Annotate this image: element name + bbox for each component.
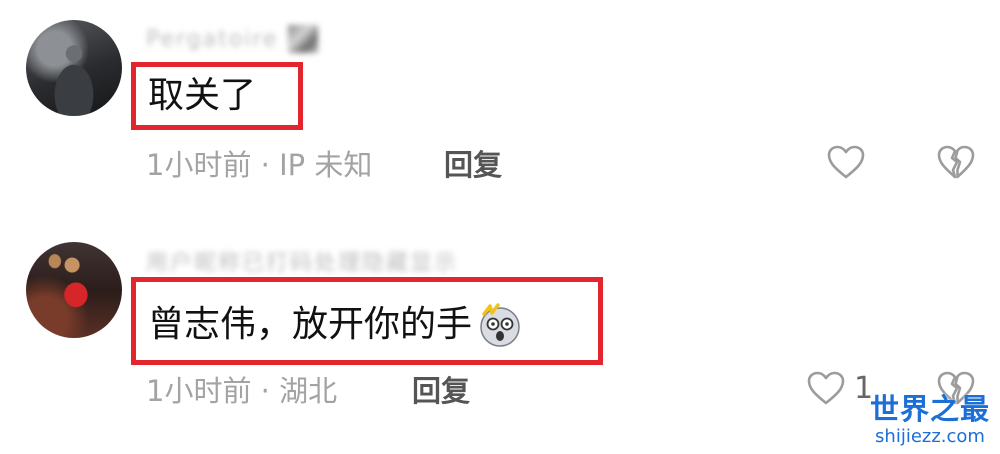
username-blurred[interactable]: Pergatoire bbox=[146, 25, 319, 53]
shocked-face-icon bbox=[476, 302, 522, 348]
comment-text-content: 曾志伟，放开你的手 bbox=[148, 304, 473, 345]
comment-meta: 1小时前 · IP 未知 bbox=[146, 148, 373, 182]
comment-meta: 1小时前 · 湖北 bbox=[146, 374, 338, 408]
like-button[interactable] bbox=[826, 144, 866, 180]
heart-icon bbox=[807, 371, 845, 405]
reply-button[interactable]: 回复 bbox=[412, 368, 470, 410]
comment-text: 取关了 bbox=[148, 76, 256, 116]
username-blurred[interactable]: 用户昵称已打码处理隐藏显示 bbox=[146, 248, 459, 276]
like-button[interactable]: 1 bbox=[806, 370, 873, 406]
username-text: 用户昵称已打码处理隐藏显示 bbox=[146, 251, 459, 276]
reply-button[interactable]: 回复 bbox=[444, 142, 502, 184]
user-avatar[interactable] bbox=[26, 20, 122, 116]
watermark-title: 世界之最 bbox=[870, 392, 991, 426]
comment-text-content: 取关了 bbox=[148, 75, 257, 116]
heart-icon bbox=[827, 145, 865, 179]
broken-heart-icon bbox=[937, 145, 975, 179]
dislike-button[interactable] bbox=[936, 144, 976, 184]
username-text: Pergatoire bbox=[146, 26, 279, 52]
watermark-url: shijiezz.com bbox=[875, 426, 985, 447]
comment-item: Pergatoire 取关了 1小时前 · IP 未知 回复 bbox=[0, 0, 1000, 210]
user-badge-icon bbox=[288, 25, 319, 53]
comment-text: 曾志伟，放开你的手 bbox=[148, 302, 522, 348]
site-watermark: 世界之最 shijiezz.com bbox=[870, 392, 990, 448]
user-avatar[interactable] bbox=[26, 242, 122, 338]
comment-item: 用户昵称已打码处理隐藏显示 曾志伟，放开你的手 1小时前 · 湖北 回复 1 bbox=[0, 230, 1000, 454]
